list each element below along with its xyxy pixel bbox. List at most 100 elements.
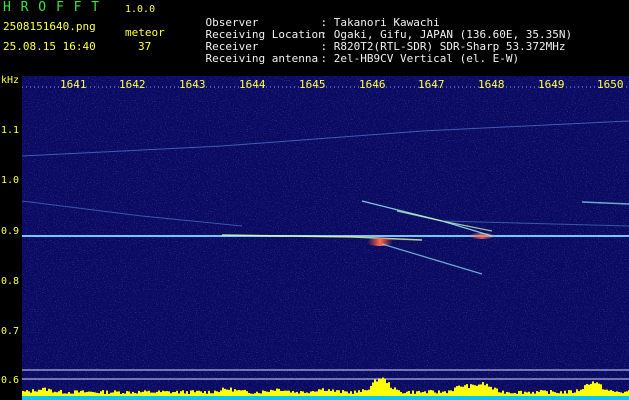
signal-level-bar <box>574 392 576 396</box>
noise-floor-bar <box>470 396 472 400</box>
noise-floor-bar <box>476 396 478 400</box>
signal-level-bar <box>422 391 424 396</box>
noise-floor-bar <box>86 396 88 400</box>
signal-level-bar <box>348 393 350 396</box>
noise-floor-bar <box>254 396 256 400</box>
signal-level-bar <box>72 393 74 396</box>
signal-level-bar <box>604 389 606 396</box>
time-tick-label: 1650 <box>597 78 624 91</box>
noise-floor-bar <box>422 396 424 400</box>
signal-level-bar <box>38 389 40 396</box>
noise-floor-bar <box>304 396 306 400</box>
signal-level-bar <box>84 392 86 396</box>
noise-floor-bar <box>130 396 132 400</box>
signal-level-bar <box>594 383 596 396</box>
signal-level-bar <box>402 393 404 396</box>
signal-level-bar <box>560 391 562 396</box>
time-tick-label: 1643 <box>179 78 206 91</box>
noise-floor-bar <box>534 396 536 400</box>
signal-level-bar <box>362 389 364 396</box>
noise-floor-bar <box>360 396 362 400</box>
signal-level-bar <box>388 382 390 396</box>
noise-floor-bar <box>342 396 344 400</box>
signal-level-bar <box>340 393 342 396</box>
noise-floor-bar <box>494 396 496 400</box>
signal-level-bar <box>274 390 276 396</box>
signal-level-bar <box>390 387 392 396</box>
signal-level-bar <box>376 381 378 396</box>
signal-level-bar <box>322 388 324 396</box>
noise-floor-bar <box>194 396 196 400</box>
signal-level-bar <box>514 392 516 396</box>
noise-floor-bar <box>36 396 38 400</box>
signal-level-bar <box>98 393 100 396</box>
noise-floor-bar <box>418 396 420 400</box>
signal-level-bar <box>126 391 128 396</box>
signal-level-bar <box>486 383 488 396</box>
meteor-label: meteor <box>125 26 165 39</box>
signal-level-bar <box>208 390 210 396</box>
noise-floor-bar <box>416 396 418 400</box>
signal-level-bar <box>170 393 172 396</box>
signal-level-bar <box>146 391 148 396</box>
signal-level-bar <box>612 391 614 396</box>
noise-floor-bar <box>258 396 260 400</box>
noise-floor-bar <box>252 396 254 400</box>
noise-floor-bar <box>480 396 482 400</box>
signal-level-bar <box>380 379 382 396</box>
noise-floor-bar <box>318 396 320 400</box>
signal-level-bar <box>52 392 54 396</box>
signal-level-bar <box>438 390 440 396</box>
signal-level-bar <box>580 389 582 396</box>
noise-floor-bar <box>434 396 436 400</box>
noise-floor-bar <box>586 396 588 400</box>
noise-floor-bar <box>328 396 330 400</box>
noise-floor-bar <box>168 396 170 400</box>
spectrogram-area <box>22 76 629 400</box>
noise-floor-bar <box>460 396 462 400</box>
noise-floor-bar <box>426 396 428 400</box>
noise-floor-bar <box>120 396 122 400</box>
noise-floor-bar <box>114 396 116 400</box>
noise-floor-bar <box>134 396 136 400</box>
noise-floor-bar <box>516 396 518 400</box>
signal-level-bar <box>78 392 80 396</box>
noise-floor-bar <box>66 396 68 400</box>
noise-floor-bar <box>268 396 270 400</box>
signal-level-bar <box>542 390 544 396</box>
noise-floor-bar <box>50 396 52 400</box>
signal-level-bar <box>186 391 188 396</box>
signal-level-bar <box>576 389 578 396</box>
signal-level-bar <box>616 391 618 396</box>
noise-floor-bar <box>436 396 438 400</box>
noise-floor-bar <box>596 396 598 400</box>
signal-level-bar <box>214 390 216 396</box>
noise-floor-bar <box>24 396 26 400</box>
signal-level-bar <box>448 390 450 396</box>
signal-level-bar <box>56 392 58 396</box>
noise-floor-bar <box>132 396 134 400</box>
noise-floor-bar <box>80 396 82 400</box>
signal-level-bar <box>506 392 508 396</box>
noise-floor-bar <box>22 396 24 400</box>
noise-floor-bar <box>102 396 104 400</box>
noise-floor-bar <box>292 396 294 400</box>
signal-level-bar <box>138 390 140 396</box>
signal-level-bar <box>308 393 310 396</box>
signal-level-bar <box>206 393 208 396</box>
noise-floor-bar <box>210 396 212 400</box>
noise-floor-bar <box>492 396 494 400</box>
noise-floor-bar <box>140 396 142 400</box>
noise-floor-bar <box>478 396 480 400</box>
noise-floor-bar <box>264 396 266 400</box>
signal-level-bar <box>108 393 110 396</box>
signal-level-bar <box>492 389 494 396</box>
signal-level-bar <box>590 383 592 396</box>
signal-level-bar <box>190 390 192 396</box>
noise-floor-bar <box>296 396 298 400</box>
noise-floor-bar <box>548 396 550 400</box>
noise-floor-bar <box>432 396 434 400</box>
noise-floor-bar <box>218 396 220 400</box>
noise-floor-bar <box>538 396 540 400</box>
noise-floor-bar <box>560 396 562 400</box>
